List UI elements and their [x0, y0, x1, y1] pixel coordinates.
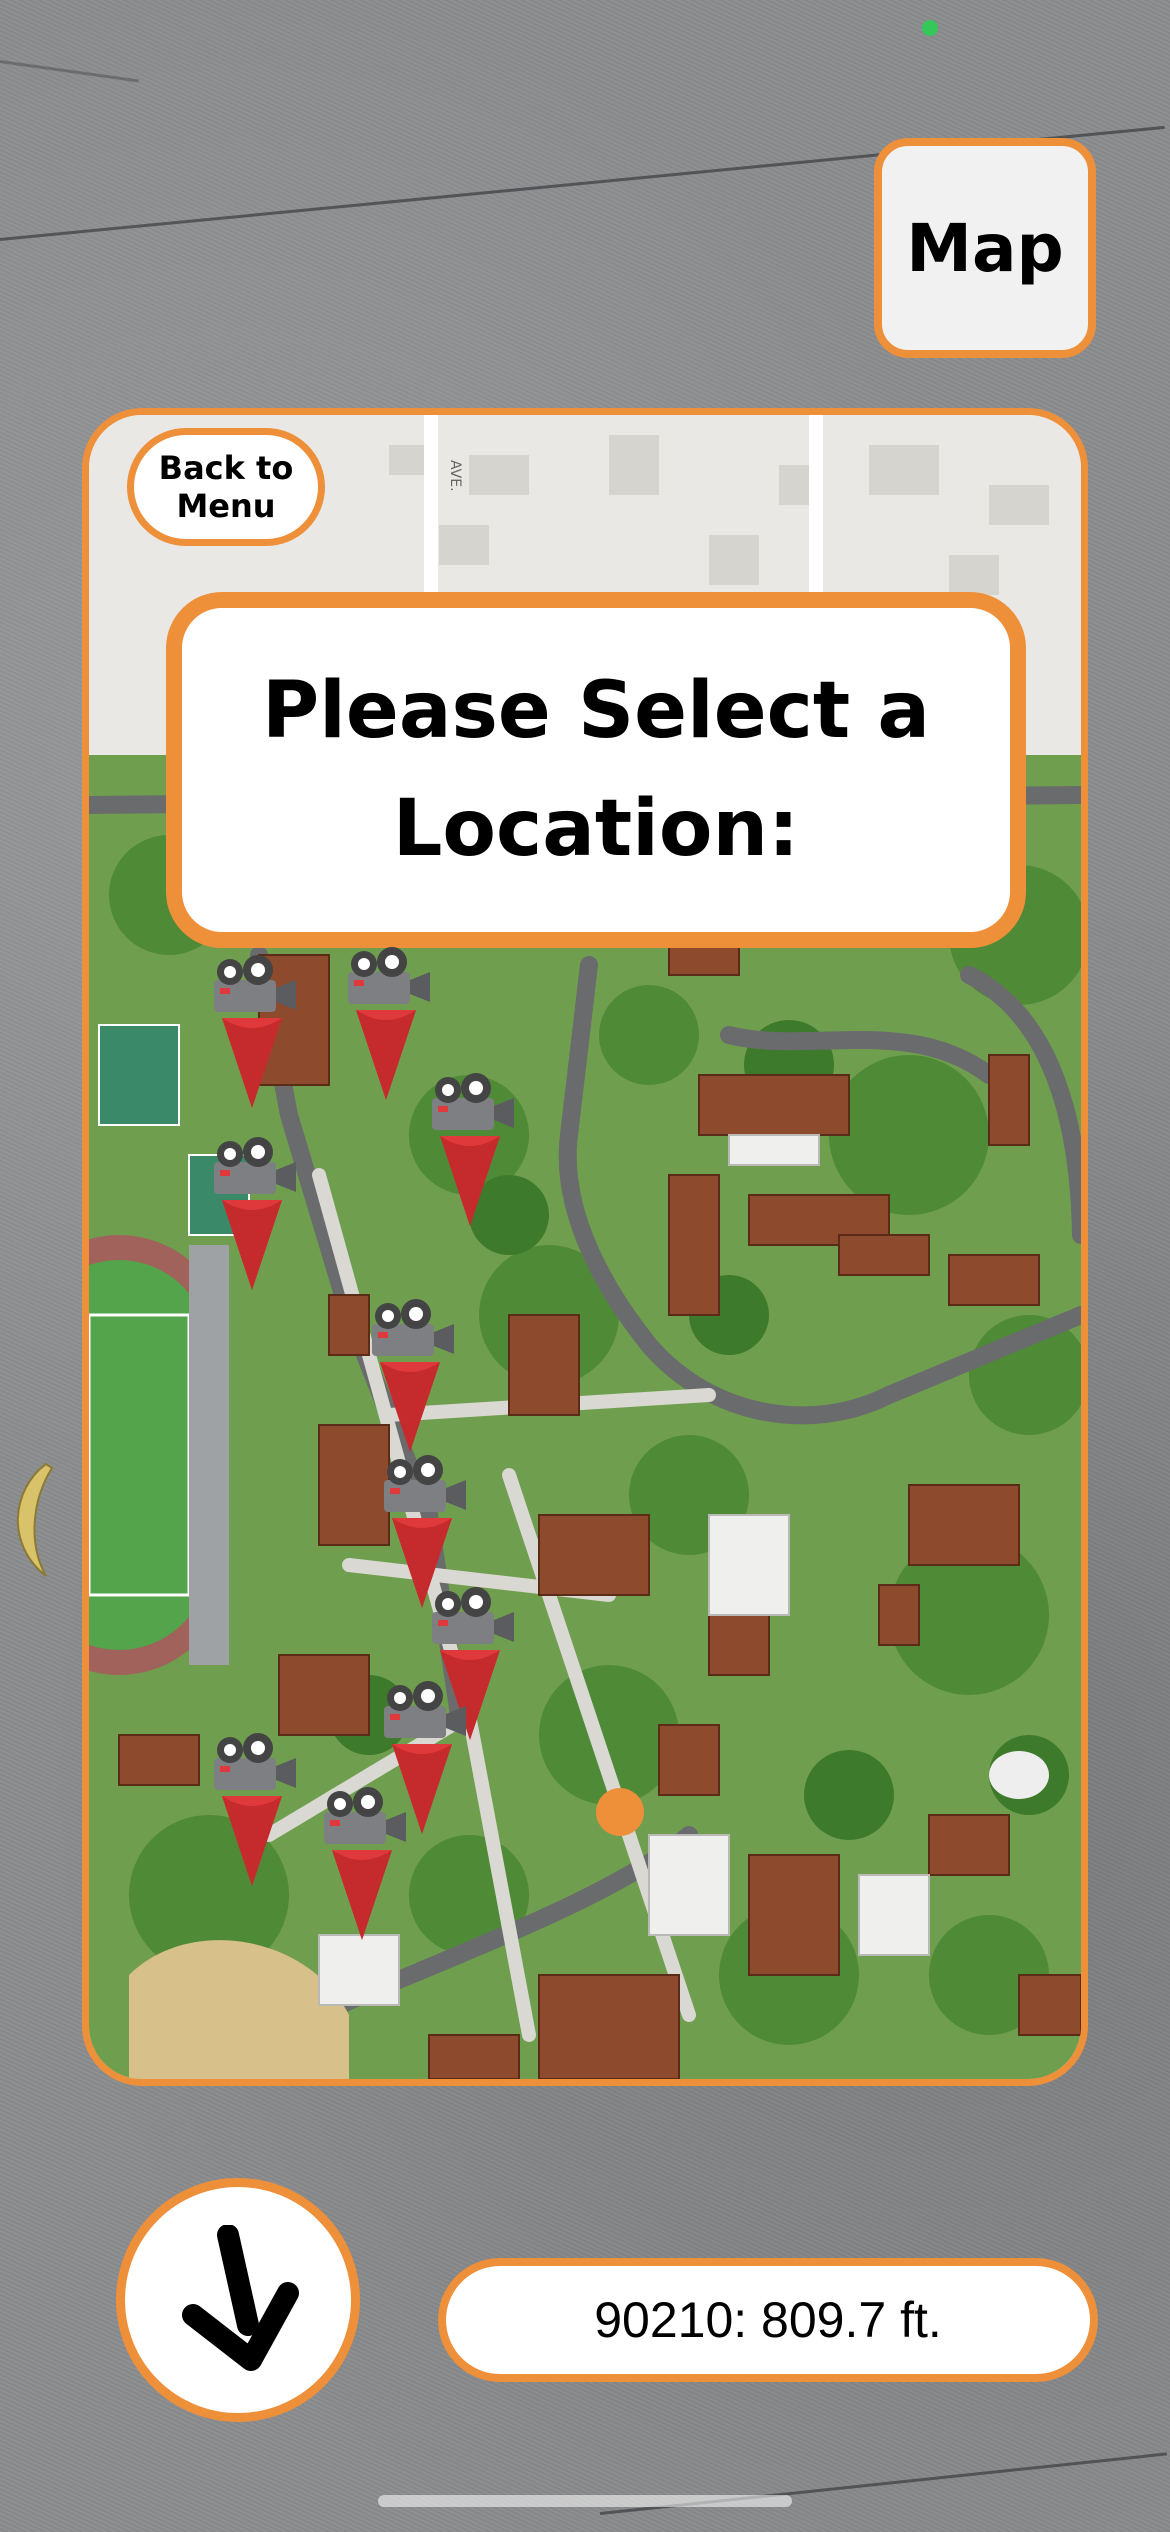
select-location-prompt: Please Select a Location: — [166, 592, 1026, 948]
distance-text: 90210: 809.7 ft. — [594, 2292, 942, 2348]
down-arrow-icon — [182, 2225, 299, 2371]
direction-arrow-button[interactable] — [116, 2178, 360, 2422]
back-to-menu-label: Back to Menu — [158, 449, 294, 525]
banana-object — [16, 1462, 54, 1577]
back-to-menu-button[interactable]: Back to Menu — [127, 428, 325, 546]
home-indicator[interactable] — [378, 2495, 792, 2507]
prompt-text: Please Select a Location: — [262, 666, 930, 874]
distance-readout: 90210: 809.7 ft. — [438, 2258, 1098, 2382]
map-button[interactable]: Map — [874, 138, 1096, 358]
street-label: AVE. — [447, 460, 463, 492]
status-dot — [922, 20, 938, 36]
